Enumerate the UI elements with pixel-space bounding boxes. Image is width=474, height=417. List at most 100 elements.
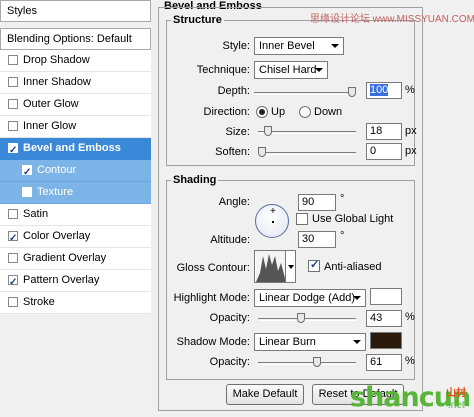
shadow-color-swatch[interactable] [370,332,402,349]
logo-sub: .net [448,400,465,411]
effect-checkbox[interactable] [22,187,32,197]
use-global-light-checkbox[interactable] [296,213,308,225]
direction-down-radio[interactable] [299,106,311,118]
shadow-opacity-unit: % [405,355,415,367]
depth-input[interactable]: 100 [366,82,402,99]
chevron-down-icon [331,44,339,48]
depth-slider[interactable] [254,87,356,97]
highlight-opacity-thumb[interactable] [297,313,305,323]
effect-checkbox[interactable] [8,209,18,219]
highlight-color-swatch[interactable] [370,288,402,305]
shancun-logo: shancun 山村 .net [350,382,472,416]
dial-center-dot [272,221,274,223]
angle-unit: ° [340,193,345,205]
effect-checkbox[interactable] [8,121,18,131]
shadow-mode-value: Linear Burn [259,336,316,348]
soften-slider[interactable] [258,147,356,157]
use-global-light-label: Use Global Light [312,213,394,225]
effect-item-stroke[interactable]: Stroke [0,292,151,314]
style-label: Style: [222,40,250,52]
effect-label: Outer Glow [23,98,79,110]
highlight-opacity-slider[interactable] [258,313,356,323]
effect-label: Texture [37,186,74,198]
technique-select-value: Chisel Hard [259,64,317,76]
shadow-mode-label: Shadow Mode: [176,336,250,348]
chevron-down-icon [315,68,323,72]
effect-checkbox[interactable] [8,228,18,249]
styles-header[interactable]: Styles [0,0,151,22]
effect-item-inner-shadow[interactable]: Inner Shadow [0,72,151,94]
effect-label: Drop Shadow [23,54,90,66]
effect-checkbox[interactable] [22,162,32,183]
angle-input[interactable]: 90 [298,194,336,211]
size-input[interactable]: 18 [366,123,402,140]
highlight-opacity-label: Opacity: [209,312,250,324]
effect-item-contour[interactable]: Contour [0,160,151,183]
highlight-mode-select[interactable]: Linear Dodge (Add) [254,289,366,307]
highlight-opacity-unit: % [405,311,415,323]
effect-item-drop-shadow[interactable]: Drop Shadow [0,50,151,72]
soften-input[interactable]: 0 [366,143,402,160]
style-select[interactable]: Inner Bevel [254,37,344,55]
crosshair-icon: + [270,206,276,217]
depth-input-value: 100 [370,84,389,96]
altitude-label: Altitude: [210,234,250,246]
anti-aliased-checkbox[interactable] [308,258,320,272]
technique-select[interactable]: Chisel Hard [254,61,328,79]
effect-label: Color Overlay [23,230,91,242]
effect-checkbox[interactable] [8,253,18,263]
effect-checkbox[interactable] [8,99,18,109]
chevron-down-icon [288,265,294,269]
effect-label: Inner Shadow [23,76,91,88]
effect-label: Satin [23,208,49,220]
gloss-contour-label: Gloss Contour: [176,262,250,274]
make-default-button[interactable]: Make Default [226,384,304,405]
effect-item-texture[interactable]: Texture [0,182,151,204]
effect-item-inner-glow[interactable]: Inner Glow [0,116,151,138]
effect-item-satin[interactable]: Satin [0,204,151,226]
gloss-contour-picker[interactable] [254,250,296,283]
effect-checkbox[interactable] [8,140,18,161]
effect-item-color-overlay[interactable]: Color Overlay [0,226,151,249]
effect-label: Pattern Overlay [23,274,100,286]
effect-label: Contour [37,164,77,176]
shadow-opacity-slider[interactable] [258,357,356,367]
size-slider[interactable] [258,126,356,136]
effect-checkbox[interactable] [8,272,18,293]
effect-item-outer-glow[interactable]: Outer Glow [0,94,151,116]
soften-label: Soften: [215,146,250,158]
chevron-down-icon [353,296,361,300]
effect-item-bevel-and-emboss[interactable]: Bevel and Emboss [0,138,151,161]
angle-dial[interactable]: + [255,204,289,238]
effect-checkbox[interactable] [8,77,18,87]
size-slider-thumb[interactable] [264,126,272,136]
highlight-mode-value: Linear Dodge (Add) [259,292,356,304]
logo-cn: 山村 [446,388,466,399]
effect-checkbox[interactable] [8,55,18,65]
altitude-unit: ° [340,230,345,242]
effect-item-pattern-overlay[interactable]: Pattern Overlay [0,270,151,293]
styles-list: Styles Blending Options: Default Drop Sh… [0,0,151,417]
blending-options-item[interactable]: Blending Options: Default [0,28,151,50]
effect-checkbox[interactable] [8,297,18,307]
shadow-opacity-input[interactable]: 61 [366,354,402,371]
shadow-opacity-thumb[interactable] [313,357,321,367]
effect-label: Gradient Overlay [23,252,107,264]
structure-title: Structure [171,14,224,26]
effect-label: Bevel and Emboss [23,142,121,154]
depth-unit: % [405,84,415,96]
depth-slider-thumb[interactable] [348,87,356,97]
shading-title: Shading [171,174,219,186]
technique-label: Technique: [196,64,250,76]
direction-up-radio[interactable] [256,106,268,118]
altitude-input[interactable]: 30 [298,231,336,248]
soften-slider-thumb[interactable] [258,147,266,157]
size-unit: px [405,125,417,137]
effect-item-gradient-overlay[interactable]: Gradient Overlay [0,248,151,270]
depth-label: Depth: [217,85,250,97]
highlight-opacity-input[interactable]: 43 [366,310,402,327]
watermark-text: 思缘设计论坛 www.MISSYUAN.COM [310,14,474,25]
chevron-down-icon [353,340,361,344]
effect-label: Inner Glow [23,120,77,132]
shadow-mode-select[interactable]: Linear Burn [254,333,366,351]
